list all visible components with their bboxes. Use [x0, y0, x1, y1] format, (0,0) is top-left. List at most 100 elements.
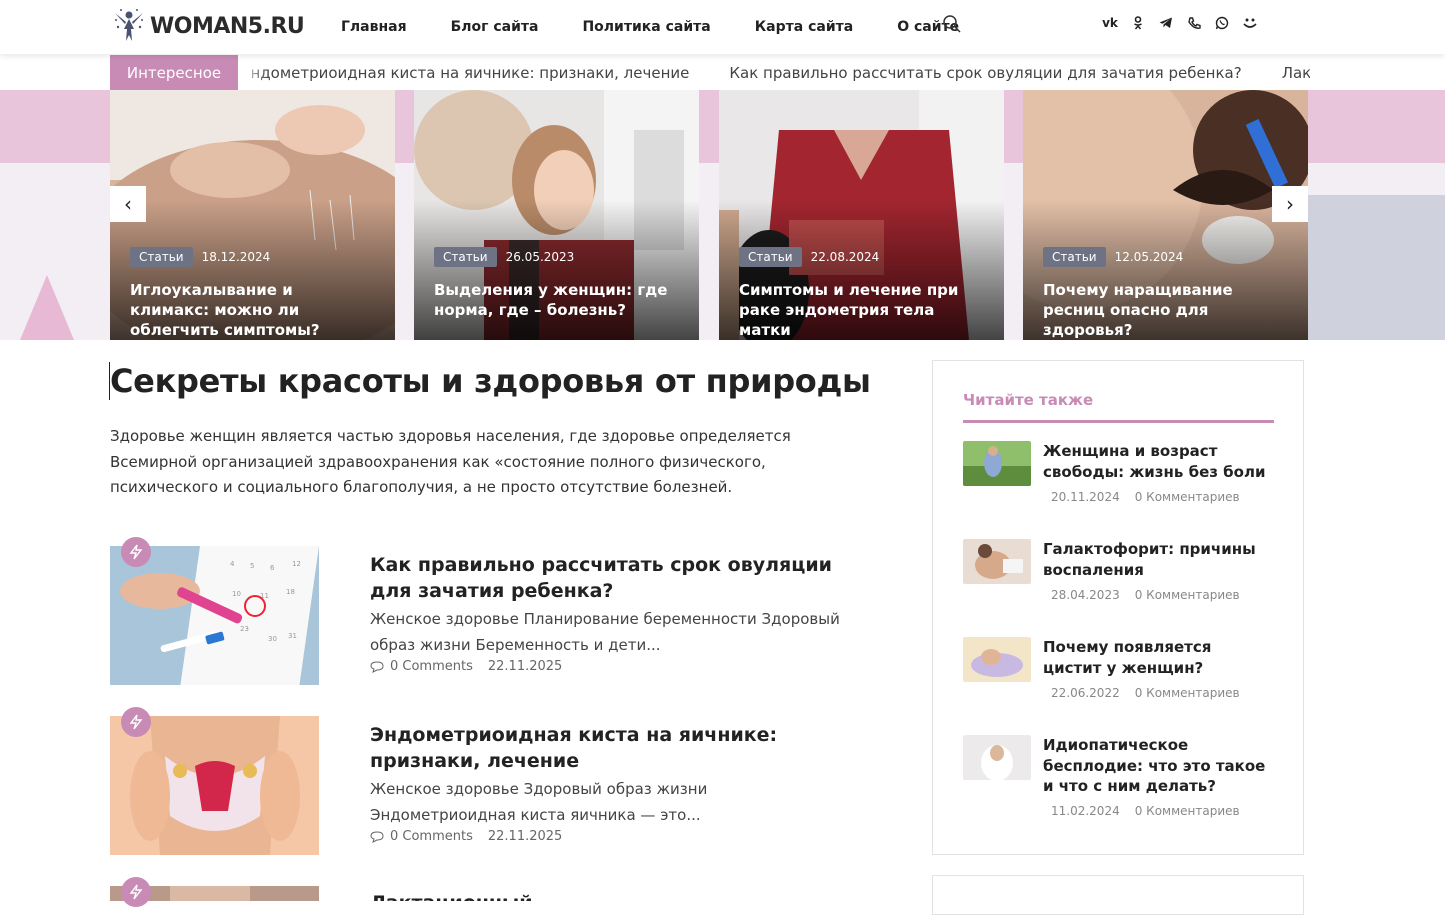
sidebar-heading: Читайте также [963, 391, 1274, 423]
sidebar-item-title[interactable]: Галактофорит: причины воспаления [1043, 539, 1275, 580]
lightning-icon [121, 537, 151, 567]
sidebar-item-meta: 22.06.2022 0 Комментариев [1051, 686, 1240, 700]
slide-card[interactable]: Статьи 12.05.2024 Почему наращивание рес… [1023, 90, 1308, 340]
post-date: 22.11.2025 [487, 659, 563, 674]
post-card: Эндометриоидная киста на яичнике: призна… [110, 707, 870, 856]
svg-text:31: 31 [288, 632, 297, 640]
svg-text:6: 6 [270, 564, 275, 572]
logo-figure-icon [115, 9, 143, 41]
post-image: 4 5 6 12 10 11 18 2330 31 [110, 546, 319, 685]
slide-date: 26.05.2023 [505, 250, 575, 264]
sidebar-related: Читайте также Женщина и возраст свободы:… [932, 360, 1304, 855]
sidebar-item-comments[interactable]: 0 Комментариев [1135, 686, 1240, 700]
ok-icon[interactable] [1130, 14, 1146, 32]
nav-home[interactable]: Главная [341, 19, 407, 35]
vk-icon[interactable]: vk [1102, 14, 1118, 32]
post-meta: 0 Comments 22.11.2025 [370, 659, 562, 674]
svg-text:23: 23 [240, 625, 249, 633]
bg-decor-triangle [20, 275, 74, 340]
ticker-item[interactable]: Эндометриоидная киста на яичнике: призна… [252, 64, 689, 82]
chevron-right-icon: › [1286, 192, 1294, 216]
post-card: 4 5 6 12 10 11 18 23 30 31 Как правильно рассчи… [110, 537, 870, 686]
sidebar-item-date: 11.02.2024 [1051, 804, 1120, 818]
post-thumbnail[interactable] [110, 716, 319, 855]
post-comments[interactable]: 0 Comments [390, 659, 473, 674]
sidebar-item-date: 20.11.2024 [1051, 490, 1120, 504]
logo-text: WOMAN5.RU [150, 13, 305, 39]
viber-icon[interactable] [1186, 14, 1202, 32]
category-badge[interactable]: Статьи [739, 247, 802, 267]
sidebar-item-date: 22.06.2022 [1051, 686, 1120, 700]
post-excerpt: Женское здоровье Планирование беременнос… [370, 610, 840, 654]
post-meta: 0 Comments 22.11.2025 [370, 829, 562, 844]
svg-text:4: 4 [230, 560, 235, 568]
nav-policy[interactable]: Политика сайта [582, 19, 710, 35]
site-logo[interactable]: WOMAN5.RU [112, 6, 305, 46]
bg-decor [1308, 195, 1445, 340]
ticker-fade [238, 55, 268, 90]
slide-card[interactable]: Статьи 26.05.2023 Выделения у женщин: гд… [414, 90, 699, 340]
ticker-item[interactable]: Лактационный [1282, 64, 1310, 82]
intro-text: Здоровье женщин является частью здоровья… [110, 427, 791, 496]
nav-blog[interactable]: Блог сайта [451, 19, 539, 35]
comment-icon [370, 660, 384, 673]
post-excerpt: Женское здоровье Здоровый образ жизни Эн… [370, 780, 708, 824]
sidebar-item-date: 28.04.2023 [1051, 588, 1120, 602]
sidebar-thumb[interactable] [963, 441, 1031, 486]
slide-card[interactable]: Статьи 18.12.2024 Иглоукалывание и клима… [110, 90, 395, 340]
post-title[interactable]: Эндометриоидная киста на яичнике: призна… [370, 722, 840, 774]
sidebar-item-title[interactable]: Женщина и возраст свободы: жизнь без бол… [1043, 441, 1275, 482]
slide-title[interactable]: Иглоукалывание и климакс: можно ли облег… [130, 280, 377, 340]
ticker-label: Интересное [110, 55, 238, 90]
site-header: WOMAN5.RU Главная Блог сайта Политика са… [0, 0, 1445, 54]
slide-card[interactable]: Статьи 22.08.2024 Симптомы и лечение при… [719, 90, 1004, 340]
slide-meta: Статьи 22.08.2024 [739, 247, 879, 267]
ticker-item[interactable]: Как правильно рассчитать срок овуляции д… [729, 64, 1241, 82]
post-title[interactable]: Как правильно рассчитать срок овуляции д… [370, 552, 840, 604]
main-nav: Главная Блог сайта Политика сайта Карта … [341, 0, 1003, 54]
post-date: 22.11.2025 [487, 829, 563, 844]
post-title[interactable]: Лактационный [370, 890, 840, 901]
post-thumbnail[interactable]: 4 5 6 12 10 11 18 23 30 31 [110, 546, 319, 685]
slide-title[interactable]: Выделения у женщин: где норма, где – бол… [434, 280, 681, 320]
slide-meta: Статьи 18.12.2024 [130, 247, 270, 267]
slider-next-button[interactable]: › [1272, 186, 1308, 222]
sidebar-thumb[interactable] [963, 539, 1031, 584]
slide-date: 18.12.2024 [201, 250, 271, 264]
sidebar-item-comments[interactable]: 0 Комментариев [1135, 490, 1240, 504]
slide-title[interactable]: Почему наращивание ресниц опасно для здо… [1043, 280, 1290, 340]
sidebar-item-comments[interactable]: 0 Комментариев [1135, 804, 1240, 818]
lightning-icon [121, 877, 151, 907]
search-icon[interactable] [942, 14, 962, 34]
sidebar-item-title[interactable]: Почему появляется цистит у женщин? [1043, 637, 1275, 678]
social-links: vk [1102, 14, 1270, 32]
slide-date: 12.05.2024 [1114, 250, 1184, 264]
svg-text:10: 10 [232, 590, 241, 598]
telegram-icon[interactable] [1158, 14, 1174, 32]
post-card: Лактационный [110, 877, 870, 907]
slide-meta: Статьи 12.05.2024 [1043, 247, 1183, 267]
slide-title[interactable]: Симптомы и лечение при раке эндометрия т… [739, 280, 986, 340]
page-title: Секреты красоты и здоровья от природы [109, 362, 871, 400]
svg-text:30: 30 [268, 635, 277, 643]
svg-text:5: 5 [250, 562, 254, 570]
category-badge[interactable]: Статьи [434, 247, 497, 267]
sidebar-item-meta: 11.02.2024 0 Комментариев [1051, 804, 1240, 818]
category-badge[interactable]: Статьи [1043, 247, 1106, 267]
post-comments[interactable]: 0 Comments [390, 829, 473, 844]
comment-icon [370, 830, 384, 843]
slider-prev-button[interactable]: ‹ [110, 186, 146, 222]
sidebar-item-meta: 20.11.2024 0 Комментариев [1051, 490, 1240, 504]
sidebar-thumb[interactable] [963, 735, 1031, 780]
chevron-left-icon: ‹ [124, 192, 132, 216]
category-badge[interactable]: Статьи [130, 247, 193, 267]
sidebar-item-title[interactable]: Идиопатическое бесплодие: что это такое … [1043, 735, 1275, 797]
sidebar-thumb[interactable] [963, 637, 1031, 682]
ticker-track: Эндометриоидная киста на яичнике: призна… [252, 55, 1310, 90]
post-image [110, 716, 319, 855]
lightning-icon [121, 707, 151, 737]
moimir-icon[interactable] [1242, 14, 1258, 32]
nav-sitemap[interactable]: Карта сайта [755, 19, 853, 35]
whatsapp-icon[interactable] [1214, 14, 1230, 32]
sidebar-item-comments[interactable]: 0 Комментариев [1135, 588, 1240, 602]
